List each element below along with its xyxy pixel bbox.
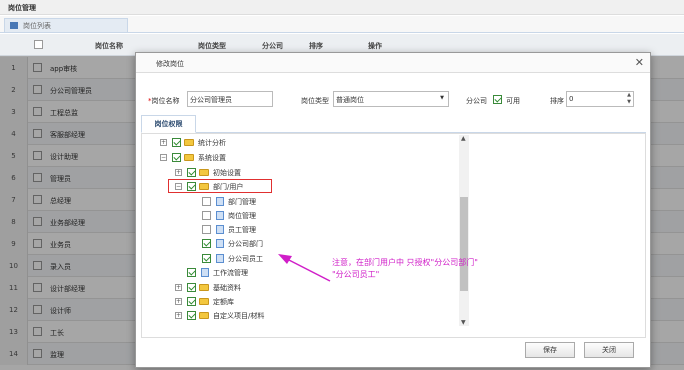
save-button[interactable]: 保存 (525, 342, 575, 358)
annotation-arrow (278, 254, 331, 282)
annotation-line-2: "分公司员工" (332, 270, 380, 279)
annotation-note: 注意，在部门用户中 只授权"分公司部门" "分公司员工" (332, 257, 478, 281)
close-button[interactable]: 关闭 (584, 342, 634, 358)
annotation-line-1: 注意，在部门用户中 只授权"分公司部门" (332, 258, 478, 267)
